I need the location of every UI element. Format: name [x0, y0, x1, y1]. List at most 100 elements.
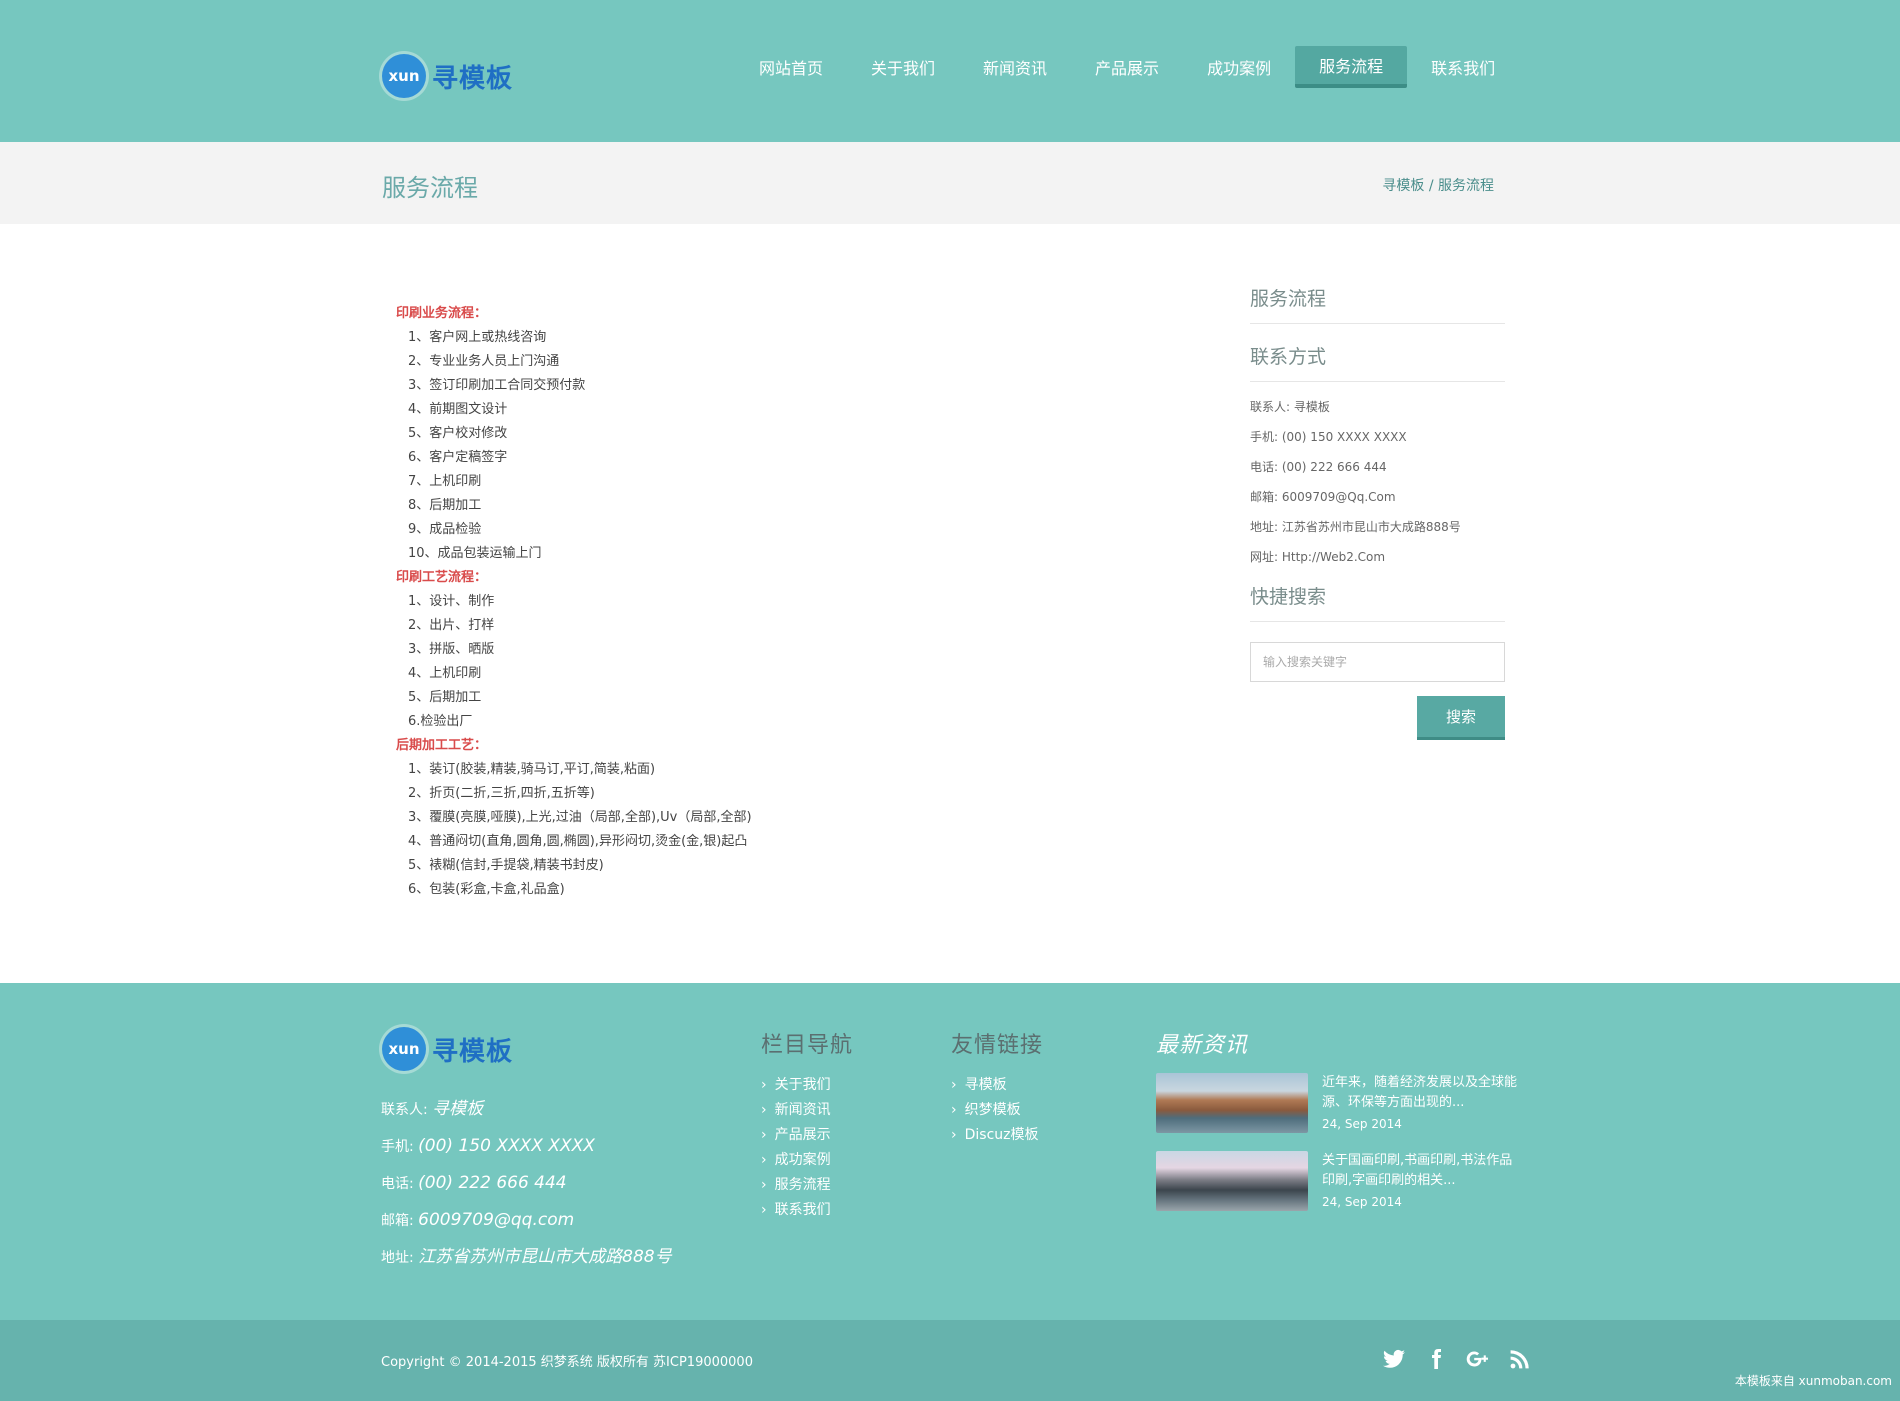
- footer-nav-link[interactable]: 产品展示: [761, 1123, 853, 1148]
- list-item: 8、后期加工: [408, 498, 482, 513]
- sidebar-contact-line: 地址: 江苏省苏州市昆山市大成路888号: [1250, 520, 1461, 534]
- list-item: 7、上机印刷: [408, 474, 482, 489]
- footer-news-list: 近年来，随着经济发展以及全球能源、环保等方面出现的... 24, Sep 2014…: [1156, 1073, 1522, 1211]
- news-thumbnail[interactable]: [1156, 1073, 1308, 1133]
- footer-nav-column: 栏目导航 关于我们新闻资讯产品展示成功案例服务流程联系我们: [761, 1027, 853, 1223]
- nav-item-4[interactable]: 成功案例: [1183, 46, 1295, 88]
- section-title: 印刷业务流程：: [396, 306, 488, 321]
- sidebar: 服务流程 联系方式 联系人: 寻模板 手机: (00) 150 XXXX XXXX…: [1250, 284, 1505, 756]
- search-button[interactable]: 搜索: [1417, 696, 1505, 740]
- list-item: 2、专业业务人员上门沟通: [408, 354, 560, 369]
- list-item: 1、装订(胶装,精装,骑马订,平订,简装,粘面): [408, 762, 656, 777]
- news-item[interactable]: 关于国画印刷,书画印刷,书法作品印刷,字画印刷的相关... 24, Sep 201…: [1156, 1151, 1522, 1211]
- list-item: 3、签订印刷加工合同交预付款: [408, 378, 586, 393]
- sidebar-heading-search: 快捷搜索: [1250, 582, 1505, 622]
- footer-logo-badge: xun: [382, 1027, 426, 1071]
- nav-item-5[interactable]: 服务流程: [1295, 46, 1408, 88]
- nav-item-2[interactable]: 新闻资讯: [959, 46, 1071, 88]
- footer-nav-link[interactable]: 服务流程: [761, 1173, 853, 1198]
- footer-friend-link[interactable]: 寻模板: [951, 1073, 1043, 1098]
- breadcrumb-separator: /: [1424, 178, 1438, 194]
- list-item: 6.检验出厂: [408, 714, 473, 729]
- logo-text: 寻模板: [432, 63, 514, 94]
- sidebar-contact-line: 电话: (00) 222 666 444: [1250, 460, 1387, 474]
- list-item: 5、裱糊(信封,手提袋,精装书封皮): [408, 858, 604, 873]
- section-list: 1、设计、制作 2、出片、打样 3、拼版、晒版 4、上机印刷 5、后期加工 6.检验出厂: [396, 590, 996, 734]
- footer-contact-line: 手机: (00) 150 XXXX XXXX: [381, 1128, 672, 1165]
- footer-contact-label: 手机:: [381, 1139, 419, 1155]
- rss-icon[interactable]: [1499, 1342, 1541, 1376]
- sidebar-contact-line: 手机: (00) 150 XXXX XXXX: [1250, 430, 1407, 444]
- section-title: 后期加工工艺：: [396, 738, 488, 753]
- google-plus-icon[interactable]: [1457, 1342, 1499, 1376]
- footer-contact-line: 地址: 江苏省苏州市昆山市大成路888号: [381, 1239, 672, 1276]
- list-item: 10、成品包装运输上门: [408, 546, 542, 561]
- list-item: 2、折页(二折,三折,四折,五折等): [408, 786, 595, 801]
- footer-nav-title: 栏目导航: [761, 1033, 854, 1058]
- footer-logo-text: 寻模板: [432, 1036, 514, 1067]
- sidebar-contact-list: 联系人: 寻模板 手机: (00) 150 XXXX XXXX 电话: (00) 2…: [1250, 392, 1505, 572]
- news-title[interactable]: 近年来，随着经济发展以及全球能源、环保等方面出现的...: [1322, 1073, 1522, 1113]
- section-title: 印刷工艺流程：: [396, 570, 488, 585]
- footer-links-list: 寻模板织梦模板Discuz模板: [951, 1073, 1043, 1148]
- list-item: 5、客户校对修改: [408, 426, 508, 441]
- footer-contact-label: 邮箱:: [381, 1213, 419, 1229]
- main-content: 印刷业务流程： 1、客户网上或热线咨询 2、专业业务人员上门沟通 3、签订印刷加工合同…: [396, 302, 996, 902]
- sidebar-heading-contact: 联系方式: [1250, 342, 1505, 382]
- list-item: 9、成品检验: [408, 522, 482, 537]
- footer-contact-value: (00) 222 666 444: [418, 1173, 567, 1193]
- footer-nav-link[interactable]: 成功案例: [761, 1148, 853, 1173]
- facebook-icon[interactable]: [1415, 1342, 1457, 1376]
- list-item: 3、拼版、晒版: [408, 642, 495, 657]
- list-item: 6、包装(彩盒,卡盒,礼品盒): [408, 882, 565, 897]
- footer-contact-label: 电话:: [381, 1176, 419, 1192]
- footer-nav-list: 关于我们新闻资讯产品展示成功案例服务流程联系我们: [761, 1073, 853, 1223]
- footer-contact-line: 联系人: 寻模板: [381, 1091, 672, 1128]
- footer-links-title: 友情链接: [951, 1033, 1044, 1058]
- news-item[interactable]: 近年来，随着经济发展以及全球能源、环保等方面出现的... 24, Sep 2014: [1156, 1073, 1522, 1133]
- news-text: 关于国画印刷,书画印刷,书法作品印刷,字画印刷的相关... 24, Sep 201…: [1322, 1151, 1522, 1211]
- twitter-icon[interactable]: [1373, 1342, 1415, 1376]
- footer-contact-label: 联系人:: [381, 1102, 433, 1118]
- nav-item-1[interactable]: 关于我们: [847, 46, 959, 88]
- footer-logo[interactable]: xun 寻模板: [382, 1027, 513, 1071]
- footer-news-title: 最新资讯: [1156, 1033, 1249, 1058]
- page-title-bar: 服务流程 寻模板 / 服务流程: [0, 142, 1900, 224]
- breadcrumb-home[interactable]: 寻模板: [1382, 178, 1424, 194]
- footer-contact-value: 江苏省苏州市昆山市大成路888号: [418, 1247, 672, 1267]
- footer-contact-line: 邮箱: 6009709@qq.com: [381, 1202, 672, 1239]
- list-item: 1、设计、制作: [408, 594, 495, 609]
- news-date: 24, Sep 2014: [1322, 1195, 1402, 1209]
- page-title: 服务流程: [382, 174, 478, 202]
- list-item: 6、客户定稿签字: [408, 450, 508, 465]
- footer-nav-link[interactable]: 新闻资讯: [761, 1098, 853, 1123]
- news-title[interactable]: 关于国画印刷,书画印刷,书法作品印刷,字画印刷的相关...: [1322, 1151, 1522, 1191]
- news-date: 24, Sep 2014: [1322, 1117, 1402, 1131]
- list-item: 2、出片、打样: [408, 618, 495, 633]
- watermark-text: 本模板来自 xunmoban.com: [1734, 1374, 1892, 1388]
- list-item: 1、客户网上或热线咨询: [408, 330, 547, 345]
- nav-item-0[interactable]: 网站首页: [735, 46, 847, 88]
- section-list: 1、客户网上或热线咨询 2、专业业务人员上门沟通 3、签订印刷加工合同交预付款 4、前…: [396, 326, 996, 566]
- site-logo[interactable]: xun 寻模板: [382, 54, 513, 98]
- nav-item-3[interactable]: 产品展示: [1071, 46, 1183, 88]
- footer-friend-link[interactable]: 织梦模板: [951, 1098, 1043, 1123]
- section-list: 1、装订(胶装,精装,骑马订,平订,简装,粘面) 2、折页(二折,三折,四折,五折…: [396, 758, 996, 902]
- sidebar-contact-line: 邮箱: 6009709@Qq.Com: [1250, 490, 1396, 504]
- footer-contact-value: 6009709@qq.com: [418, 1210, 575, 1230]
- list-item: 4、普通闷切(直角,圆角,圆,椭圆),异形闷切,烫金(金,银)起凸: [408, 834, 748, 849]
- list-item: 3、覆膜(亮膜,哑膜),上光,过油（局部,全部),Uv（局部,全部): [408, 810, 752, 825]
- sidebar-heading-service[interactable]: 服务流程: [1250, 284, 1505, 324]
- main-nav: 网站首页 关于我们 新闻资讯 产品展示 成功案例 服务流程 联系我们: [735, 46, 1519, 88]
- footer-contact-value: 寻模板: [432, 1099, 484, 1119]
- social-links: [1373, 1342, 1541, 1376]
- footer-nav-link[interactable]: 联系我们: [761, 1198, 853, 1223]
- list-item: 5、后期加工: [408, 690, 482, 705]
- news-thumbnail[interactable]: [1156, 1151, 1308, 1211]
- logo-badge: xun: [382, 54, 426, 98]
- nav-item-6[interactable]: 联系我们: [1407, 46, 1519, 88]
- breadcrumb-current: 服务流程: [1438, 178, 1494, 194]
- footer-friend-link[interactable]: Discuz模板: [951, 1123, 1043, 1148]
- footer-nav-link[interactable]: 关于我们: [761, 1073, 853, 1098]
- search-input[interactable]: [1250, 642, 1505, 682]
